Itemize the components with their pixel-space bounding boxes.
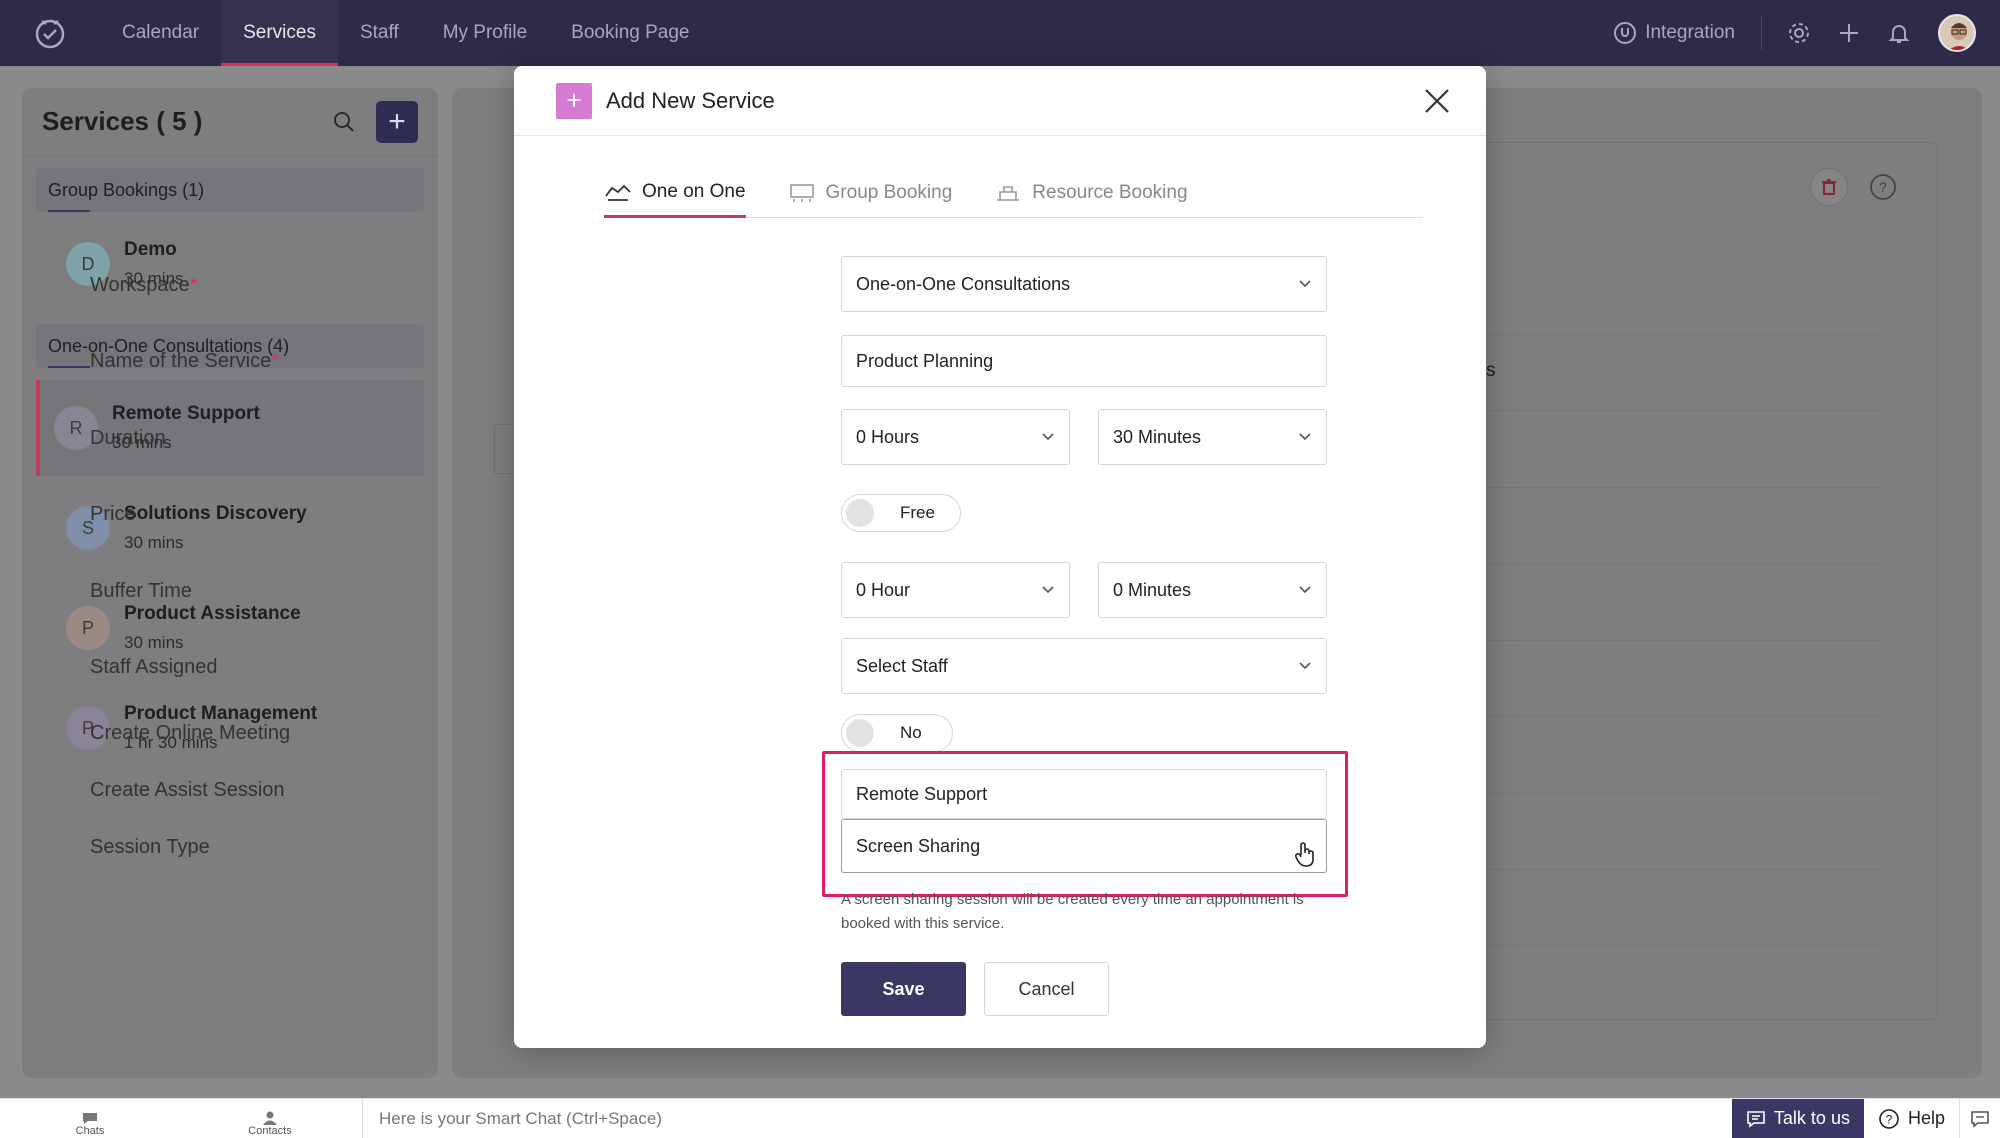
talk-to-us-button[interactable]: Talk to us [1731,1098,1864,1138]
services-sidebar: Services ( 5 ) + Group Bookings (1) D De… [22,88,438,1078]
online-meeting-toggle[interactable]: No [841,714,953,752]
staff-select[interactable]: Select Staff [841,638,1327,694]
divider [1450,869,1882,870]
booking-type-tabs: One on One Group Booking Resource Bookin… [604,168,1422,218]
tab-resource-booking[interactable]: Resource Booking [994,168,1188,218]
sidebar-title: Services ( 5 ) [42,106,203,136]
duration-minutes-select[interactable]: 30 Minutes [1098,409,1327,465]
workspace-select[interactable]: One-on-One Consultations [841,256,1327,312]
resource-booking-icon [997,186,1020,201]
service-item-demo[interactable]: D Demo 30 mins [36,216,424,312]
price-toggle[interactable]: Free [841,494,961,532]
integration-button[interactable]: Integration [1613,16,1762,50]
add-service-button[interactable]: + [376,100,418,143]
service-duration: 30 mins [124,633,184,652]
session-help-text: A screen sharing session will be created… [841,891,1304,932]
tab-group-booking[interactable]: Group Booking [788,168,952,218]
sidebar-header: Services ( 5 ) + [22,88,438,156]
add-icon[interactable] [1824,0,1874,66]
chats-button[interactable]: Chats [0,1099,180,1138]
assist-session-label: Create Assist Session [90,779,285,801]
background-partial-text: s [1486,360,1496,381]
nav-calendar[interactable]: Calendar [100,0,221,66]
toggle-knob [846,719,874,747]
chevron-down-icon [1299,662,1311,670]
toggle-knob [846,499,874,527]
price-label: Price [90,503,136,525]
help-button[interactable]: ? Help [1864,1098,1960,1138]
contact-icon [263,1111,277,1125]
divider [1450,640,1882,641]
chevron-down-icon [1042,433,1054,441]
service-name: Solutions Discovery [124,503,307,524]
feedback-icon[interactable] [1960,1099,2000,1138]
group-booking-icon [789,184,814,202]
service-duration: 30 mins [124,533,184,552]
nav-staff[interactable]: Staff [338,0,421,66]
staff-assigned-label: Staff Assigned [90,656,218,678]
service-name-label: Name of the Service* [90,350,279,372]
svg-text:?: ? [1886,1112,1893,1126]
chat-bubble-icon [83,1112,97,1124]
session-type-label: Session Type [90,836,210,858]
service-name: Demo [124,239,177,260]
buffer-minutes-select[interactable]: 0 Minutes [1098,562,1327,618]
nav-my-profile[interactable]: My Profile [421,0,549,66]
buffer-hours-select[interactable]: 0 Hour [841,562,1070,618]
duration-hours-select[interactable]: 0 Hours [841,409,1070,465]
service-name: Remote Support [112,403,260,424]
search-icon[interactable] [324,102,364,142]
background-field-edge [494,424,514,474]
duration-label: Duration [90,427,166,449]
one-on-one-icon [605,184,631,201]
workspace-label: Workspace* [90,274,198,296]
delete-icon[interactable] [1810,168,1848,206]
tab-one-on-one[interactable]: One on One [604,168,746,218]
chevron-down-icon [1299,433,1311,441]
gear-icon[interactable] [1774,0,1824,66]
nav-booking-page[interactable]: Booking Page [549,0,711,66]
integration-icon [1614,22,1637,44]
highlight-box [822,751,1348,897]
chevron-down-icon [1299,280,1311,288]
close-icon[interactable] [1402,66,1472,136]
divider [1450,334,1882,335]
online-meeting-label: Create Online Meeting [90,722,291,744]
avatar[interactable] [1938,14,1976,52]
divider [1450,487,1882,488]
modal-header: + Add New Service [514,66,1486,136]
group-header-group-bookings[interactable]: Group Bookings (1) [36,168,424,212]
help-circle-icon[interactable]: ? [1864,168,1902,206]
buffer-time-label: Buffer Time [90,580,192,602]
divider [1450,793,1882,794]
service-avatar: P [66,606,110,650]
app-logo-icon[interactable] [0,0,100,66]
nav-services[interactable]: Services [221,0,338,66]
service-item-solutions-discovery[interactable]: S Solutions Discovery 30 mins [36,480,424,576]
smart-chat-input[interactable]: Here is your Smart Chat (Ctrl+Space) [362,1098,1732,1138]
svg-text:?: ? [1879,179,1887,195]
plus-icon: + [556,82,592,119]
chat-icon [1747,1110,1765,1128]
save-button[interactable]: Save [841,962,966,1016]
divider [1450,945,1882,946]
divider [1450,410,1882,411]
contacts-button[interactable]: Contacts [180,1099,360,1138]
divider [1450,563,1882,564]
service-name: Product Assistance [124,603,301,624]
top-nav: Calendar Services Staff My Profile Booki… [0,0,2000,66]
bottom-bar: Chats Contacts Here is your Smart Chat (… [0,1098,2000,1138]
help-circle-icon: ? [1879,1108,1899,1129]
service-name-input[interactable]: Product Planning [841,335,1327,387]
cancel-button[interactable]: Cancel [984,962,1109,1016]
divider [1450,716,1882,717]
modal-title: Add New Service [606,87,775,113]
bell-icon[interactable] [1874,0,1924,66]
chevron-down-icon [1042,586,1054,594]
chevron-down-icon [1299,586,1311,594]
